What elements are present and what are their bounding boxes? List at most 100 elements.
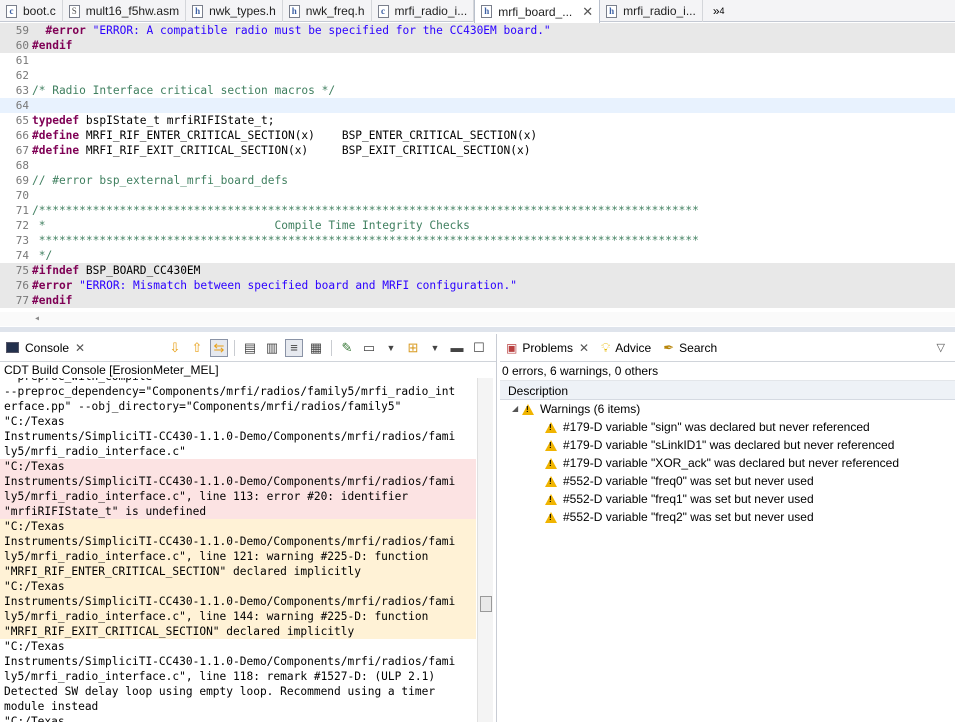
close-icon[interactable]: ✕	[582, 4, 593, 20]
console-line[interactable]: Instruments/SimpliciTI-CC430-1.1.0-Demo/…	[0, 654, 476, 669]
console-line[interactable]: --preproc_dependency="Components/mrfi/ra…	[0, 384, 476, 399]
code-line[interactable]: 70	[0, 188, 955, 203]
code-line[interactable]: 65 typedef bspIState_t mrfiRIFIState_t;	[0, 113, 955, 128]
pin-console-icon[interactable]: ✎	[338, 339, 356, 357]
chevron-down-icon[interactable]: ▼	[426, 339, 444, 357]
scroll-left-icon[interactable]: ◂	[34, 313, 40, 324]
console-line[interactable]: "C:/Texas	[0, 414, 476, 429]
next-error-icon[interactable]: ⇩	[166, 339, 184, 357]
problem-item[interactable]: #552-D variable "freq1" was set but neve…	[500, 490, 955, 508]
console-line[interactable]: "C:/Texas	[0, 714, 476, 722]
console-line[interactable]: erface.pp" --obj_directory="Components/m…	[0, 399, 476, 414]
warning-icon	[545, 511, 557, 523]
chevron-down-icon[interactable]: ▼	[382, 339, 400, 357]
console-line[interactable]: "C:/Texas	[0, 579, 476, 594]
code-line[interactable]: 62	[0, 68, 955, 83]
console-line[interactable]: ly5/mrfi_radio_interface.c"	[0, 444, 476, 459]
editor-tab-nwk-types-h[interactable]: h nwk_types.h	[186, 0, 283, 22]
code-line[interactable]: 61	[0, 53, 955, 68]
tab-search[interactable]: ✒ Search	[657, 335, 723, 361]
code-line[interactable]: 74 */	[0, 248, 955, 263]
console-line[interactable]: "C:/Texas	[0, 639, 476, 654]
code-line[interactable]: 77 #endif	[0, 293, 955, 308]
editor-tab-mrfi-board-h[interactable]: h mrfi_board_... ✕	[474, 0, 601, 23]
code-line[interactable]: 67 #define MRFI_RIF_EXIT_CRITICAL_SECTION…	[0, 143, 955, 158]
editor-tab-boot-c[interactable]: c boot.c	[0, 0, 63, 22]
editor-horizontal-scrollbar[interactable]: ◂	[0, 312, 955, 326]
editor-tab-nwk-freq-h[interactable]: h nwk_freq.h	[283, 0, 372, 22]
console-line[interactable]: Instruments/SimpliciTI-CC430-1.1.0-Demo/…	[0, 429, 476, 444]
problem-description: #552-D variable "freq0" was set but neve…	[563, 474, 814, 488]
code-line[interactable]: 66 #define MRFI_RIF_ENTER_CRITICAL_SECTIO…	[0, 128, 955, 143]
view-menu-icon[interactable]: ▽	[937, 341, 955, 354]
open-console-icon[interactable]: ⊞	[404, 339, 422, 357]
console-line[interactable]: Instruments/SimpliciTI-CC430-1.1.0-Demo/…	[0, 594, 476, 609]
asm-file-icon: S	[68, 4, 80, 18]
problem-description: #179-D variable "sLinkID1" was declared …	[563, 438, 895, 452]
column-header-description[interactable]: Description	[500, 380, 955, 400]
tab-label: Advice	[615, 340, 652, 355]
code-line[interactable]: 71/*************************************…	[0, 203, 955, 218]
console-line[interactable]: Instruments/SimpliciTI-CC430-1.1.0-Demo/…	[0, 534, 476, 549]
console-line[interactable]: Instruments/SimpliciTI-CC430-1.1.0-Demo/…	[0, 474, 476, 489]
editor-tab-mrfi-radio-h[interactable]: h mrfi_radio_i...	[600, 0, 703, 22]
toolbar-separator	[331, 339, 332, 356]
code-line[interactable]: 63/* Radio Interface critical section ma…	[0, 83, 955, 98]
console-line[interactable]: "mrfiRIFIState_t" is undefined	[0, 504, 476, 519]
console-line[interactable]: "MRFI_RIF_ENTER_CRITICAL_SECTION" declar…	[0, 564, 476, 579]
tab-overflow-button[interactable]: » 4	[703, 0, 735, 21]
paste-icon[interactable]: ▥	[263, 339, 281, 357]
scroll-lock-icon[interactable]: ⇆	[210, 338, 228, 357]
code-editor[interactable]: 59 #error "ERROR: A compatible radio mus…	[0, 23, 955, 326]
code-line[interactable]: 59 #error "ERROR: A compatible radio mus…	[0, 23, 955, 38]
console-line[interactable]: ly5/mrfi_radio_interface.c", line 113: e…	[0, 489, 476, 504]
maximize-icon[interactable]: ☐	[470, 339, 488, 357]
tab-advice[interactable]: 💡︎ Advice	[595, 335, 657, 361]
editor-tab-mult16-asm[interactable]: S mult16_f5hw.asm	[63, 0, 187, 22]
console-line[interactable]: ly5/mrfi_radio_interface.c", line 121: w…	[0, 549, 476, 564]
problem-item[interactable]: #179-D variable "XOR_ack" was declared b…	[500, 454, 955, 472]
tab-console[interactable]: Console ✕	[0, 335, 91, 361]
console-scrollbar[interactable]	[477, 378, 493, 722]
code-line[interactable]: 76 #error "ERROR: Mismatch between specif…	[0, 278, 955, 293]
scrollbar-thumb[interactable]	[480, 596, 492, 612]
tab-label: mrfi_radio_i...	[623, 4, 696, 18]
problem-item[interactable]: #179-D variable "sign" was declared but …	[500, 418, 955, 436]
word-wrap-icon[interactable]: ≡	[285, 338, 303, 357]
problem-item[interactable]: #179-D variable "sLinkID1" was declared …	[500, 436, 955, 454]
code-line[interactable]: 60 #endif	[0, 38, 955, 53]
close-icon[interactable]: ✕	[75, 341, 85, 355]
code-text: * Compile Time Integrity Checks	[32, 219, 470, 232]
clear-console-icon[interactable]: ▦	[307, 339, 325, 357]
code-line[interactable]: 72 * Compile Time Integrity Checks	[0, 218, 955, 233]
editor-tab-mrfi-radio-c[interactable]: c mrfi_radio_i...	[372, 0, 475, 22]
console-line[interactable]: "C:/Texas	[0, 459, 476, 474]
tab-problems[interactable]: ▣ Problems ✕	[500, 335, 595, 361]
code-line[interactable]: 75 #ifndef BSP_BOARD_CC430EM	[0, 263, 955, 278]
code-text: #endif	[32, 39, 73, 52]
problem-item[interactable]: #552-D variable "freq2" was set but neve…	[500, 508, 955, 526]
problem-description: #552-D variable "freq1" was set but neve…	[563, 492, 814, 506]
overflow-count: 4	[719, 5, 725, 16]
console-line[interactable]: ly5/mrfi_radio_interface.c", line 118: r…	[0, 669, 476, 684]
line-number: 63	[15, 84, 29, 97]
console-line[interactable]: Detected SW delay loop using empty loop.…	[0, 684, 476, 699]
close-icon[interactable]: ✕	[579, 341, 589, 355]
sash[interactable]	[0, 327, 955, 332]
previous-error-icon[interactable]: ⇧	[188, 339, 206, 357]
console-line[interactable]: "MRFI_RIF_EXIT_CRITICAL_SECTION" declare…	[0, 624, 476, 639]
code-line[interactable]: 69// #error bsp_external_mrfi_board_defs	[0, 173, 955, 188]
code-line[interactable]: 64	[0, 98, 955, 113]
console-line[interactable]: ly5/mrfi_radio_interface.c", line 144: w…	[0, 609, 476, 624]
expand-arrow-icon[interactable]: ◢	[512, 400, 522, 418]
copy-icon[interactable]: ▤	[241, 339, 259, 357]
code-line[interactable]: 73 *************************************…	[0, 233, 955, 248]
console-line[interactable]: "C:/Texas	[0, 519, 476, 534]
console-output[interactable]: --preproc_with_compile--preproc_dependen…	[0, 378, 476, 722]
display-console-icon[interactable]: ▭	[360, 339, 378, 357]
console-line[interactable]: module instead	[0, 699, 476, 714]
code-line[interactable]: 68	[0, 158, 955, 173]
warnings-group[interactable]: ◢ Warnings (6 items)	[500, 400, 955, 418]
problem-item[interactable]: #552-D variable "freq0" was set but neve…	[500, 472, 955, 490]
minimize-icon[interactable]: ▬	[448, 339, 466, 357]
